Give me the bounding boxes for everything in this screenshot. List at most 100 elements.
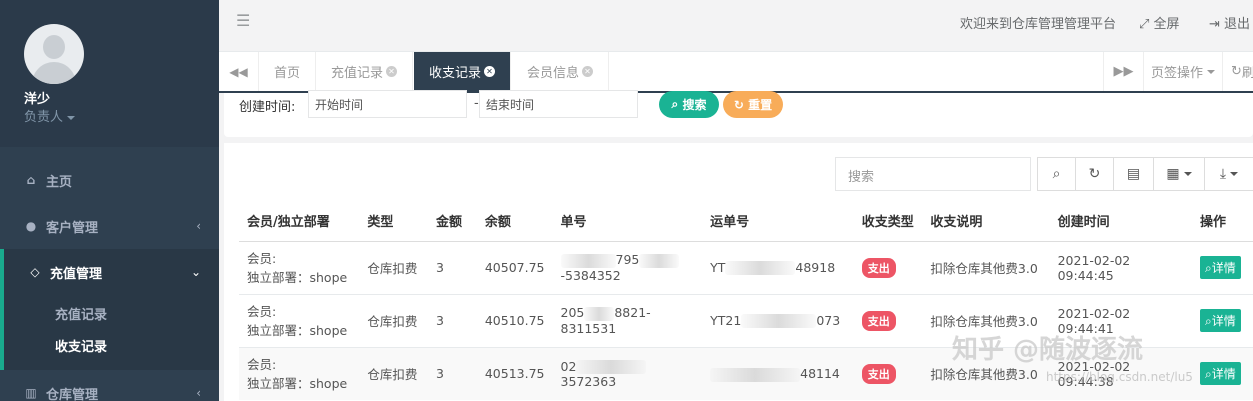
watermark-url: https://blog.csdn.net/lu5 [1046,370,1193,384]
search-button[interactable]: ⌕ 搜索 [659,91,719,118]
sidebar: 洋少 负责人 ⌂ 主页 ● 客户管理 ‹ ◇ 充值管理 ⌄ 充值记录 收支记录 … [0,0,219,401]
search-button-label: 搜索 [682,98,707,112]
col-created-time[interactable]: 创建时间 [1049,201,1192,242]
deployment-line: 独立部署：shope [247,269,348,285]
start-time-input[interactable]: 开始时间 [308,90,467,118]
blurred-region [560,253,616,268]
tab-scroll-left-button[interactable]: ◀◀ [219,52,259,91]
sidebar-item-label: 仓库管理 [46,387,99,401]
refresh-icon: ↻ [1088,166,1101,182]
search-icon: ⌕ [1204,314,1212,328]
backward-icon: ◀◀ [229,64,248,79]
home-icon: ⌂ [26,173,36,187]
avatar[interactable] [24,24,84,84]
cell-order-no: 205 8821-8311531 [552,293,703,347]
refresh-icon: ↻ [733,97,744,112]
tab-member-info[interactable]: 会员信息 ✕ [512,52,610,91]
range-dash: - [474,96,479,111]
created-time-label: 创建时间: [239,100,296,115]
cell-action: ⌕详情 [1191,346,1253,400]
tab-refresh-button[interactable]: ↻刷 [1222,52,1253,91]
refresh-icon: ↻ [1231,64,1242,79]
toolbar-toggle-view-button[interactable]: ▤ [1113,157,1154,191]
tab-label: 首页 [274,66,301,81]
tab-scroll-right-button[interactable]: ▶▶ [1103,52,1143,91]
col-description[interactable]: 收支说明 [922,201,1050,242]
watermark-text: 知乎 @随波逐流 [952,335,1144,365]
close-icon[interactable]: ✕ [582,66,594,77]
detail-button[interactable]: ⌕详情 [1199,309,1241,332]
toolbar-columns-button[interactable]: ▦ [1153,157,1205,191]
end-time-input[interactable]: 结束时间 [479,90,638,118]
user-name: 洋少 [24,92,51,107]
col-member[interactable]: 会员/独立部署 [239,201,360,242]
logout-button[interactable]: ⇥ 退出 [1209,13,1250,32]
col-type[interactable]: 类型 [359,201,429,242]
cell-order-no: 023572363 [552,346,703,400]
col-amount[interactable]: 金额 [428,201,477,242]
waybill-suffix: 073 [816,312,841,328]
caret-down-icon [1207,69,1215,74]
member-line: 会员: [247,303,277,319]
user-role-dropdown[interactable]: 负责人 [24,106,76,125]
cell-description: 扣除仓库其他费3.0 [922,240,1050,294]
order-no-prefix: 02 [560,358,577,374]
sidebar-subitem-recharge-records[interactable]: 充值记录 [55,304,107,323]
sidebar-item-home[interactable]: ⌂ 主页 [0,157,219,203]
cell-type: 仓库扣费 [359,293,429,347]
close-icon[interactable]: ✕ [484,66,496,77]
expand-icon: ⤢ [1139,17,1150,32]
tab-operations-label: 页签操作 [1150,66,1203,81]
cell-action: ⌕详情 [1191,293,1253,347]
table-header-row: 会员/独立部署 类型 金额 余额 单号 运单号 收支类型 收支说明 创建时间 操… [239,201,1253,242]
cell-amount: 3 [428,240,477,294]
sign-out-icon: ⇥ [1209,17,1220,32]
cell-member: 会员: 独立部署：shope [239,346,360,400]
cell-action: ⌕详情 [1191,240,1253,294]
tab-operations-dropdown[interactable]: 页签操作 [1143,52,1222,91]
chevron-left-icon: ‹ [196,386,201,400]
fullscreen-button[interactable]: ⤢ 全屏 [1139,13,1180,32]
caret-down-icon [1230,172,1239,176]
col-balance[interactable]: 余额 [476,201,553,242]
toolbar-search-button[interactable]: ⌕ [1037,157,1076,191]
order-no-mid: 8821 [614,305,647,321]
waybill-suffix: 48918 [795,259,836,275]
status-badge: 支出 [861,310,896,331]
blurred-region [584,306,615,321]
toolbar-export-button[interactable]: ⤓ [1204,157,1253,191]
deployment-line: 独立部署：shope [247,322,348,338]
grid-icon: ▦ [1166,166,1180,182]
sidebar-item-warehouse[interactable]: ▥ 仓库管理 ‹ [0,370,219,401]
reset-button-label: 重置 [748,98,773,112]
sidebar-item-recharge[interactable]: ◇ 充值管理 ⌄ [0,249,219,295]
reset-button[interactable]: ↻ 重置 [723,91,783,118]
detail-button[interactable]: ⌕详情 [1199,362,1241,386]
col-flow-type[interactable]: 收支类型 [853,201,923,242]
tab-label: 收支记录 [429,66,482,81]
toolbar-refresh-button[interactable]: ↻ [1075,157,1114,191]
table-search-input[interactable]: 搜索 [835,157,1031,191]
tab-recharge-records[interactable]: 充值记录 ✕ [316,52,414,91]
close-icon[interactable]: ✕ [386,66,398,77]
top-navbar: ☰ 欢迎来到仓库管理管理平台 ⤢ 全屏 ⇥ 退出 [219,0,1253,52]
tab-strip: ◀◀ 首页 充值记录✕ 收支记录✕ 会员信息✕ ▶▶ 页签操作 ↻刷 [219,52,1253,93]
menu-toggle-icon[interactable]: ☰ [236,11,250,30]
col-waybill-no[interactable]: 运单号 [702,201,854,242]
tab-home[interactable]: 首页 [259,52,317,91]
status-badge: 支出 [861,257,896,278]
col-order-no[interactable]: 单号 [552,201,703,242]
search-icon: ⌕ [671,97,679,111]
cell-flow-type: 支出 [853,346,923,400]
detail-button[interactable]: ⌕详情 [1199,256,1241,279]
sidebar-subitem-flow-records[interactable]: 收支记录 [55,336,107,355]
detail-button-label: 详情 [1211,314,1236,328]
tab-flow-records[interactable]: 收支记录 ✕ [414,52,512,91]
list-icon: ▤ [1126,166,1141,182]
order-no-mid: 795 [615,252,640,268]
blurred-region [639,253,680,268]
sidebar-item-customers[interactable]: ● 客户管理 ‹ [0,203,219,249]
blurred-region [710,367,801,382]
user-role-label: 负责人 [24,110,64,125]
caret-down-icon [67,115,76,120]
